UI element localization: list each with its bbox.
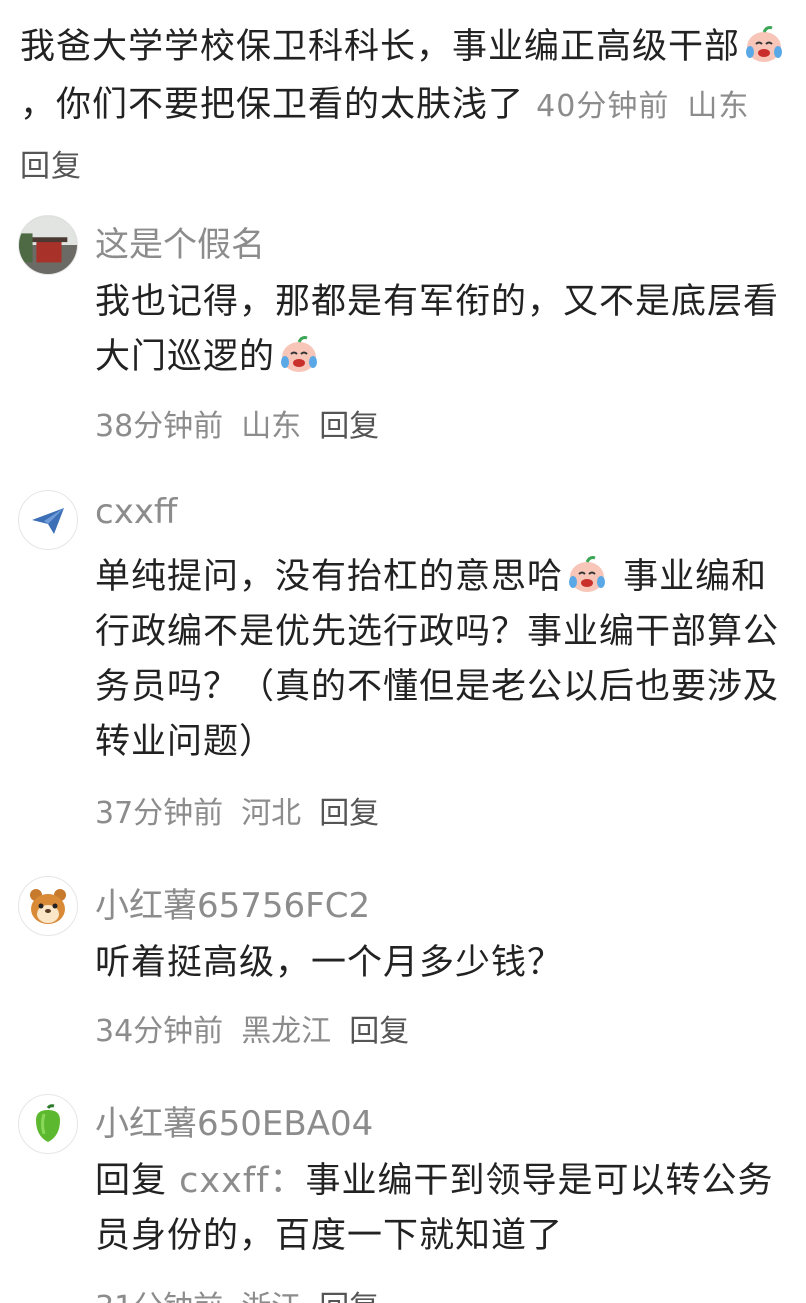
username[interactable]: 小红薯650EBA04: [95, 1096, 373, 1145]
reply-meta: 34分钟前 黑龙江 回复: [95, 1006, 409, 1050]
reply-button[interactable]: 回复: [319, 796, 379, 831]
reply-time: 38分钟前: [95, 409, 224, 444]
reply-text-part1: 单纯提问，没有抬杠的意思哈: [95, 557, 564, 597]
comment-text-part2: ，你们不要把保卫看的太肤浅了: [20, 85, 525, 125]
comment-text: 我爸大学学校保卫科科长，事业编正高级干部 ，你们不要把保卫看的太肤浅了 40分钟…: [20, 18, 790, 196]
reply-location: 山东: [241, 409, 302, 444]
reply-target-username[interactable]: cxxff：: [179, 1161, 305, 1201]
reply-location: 浙江: [241, 1290, 301, 1303]
avatar[interactable]: [18, 1094, 78, 1154]
reply-button[interactable]: 回复: [319, 409, 379, 444]
reply-text: 回复 cxxff：事业编干到领导是可以转公务员身份的，百度一下就知道了: [95, 1154, 785, 1264]
reply-button[interactable]: 回复: [319, 1290, 379, 1303]
paper-plane-icon: [32, 508, 64, 534]
reply-text: 听着挺高级，一个月多少钱？: [95, 936, 785, 991]
reply-text: 单纯提问，没有抬杠的意思哈 事业编和行政编不是优先选行政吗？事业编干部算公务员吗…: [95, 550, 785, 770]
reply-text-part1: 听着挺高级，一个月多少钱？: [95, 943, 564, 983]
username[interactable]: cxxff: [95, 492, 177, 532]
reply-location: 黑龙江: [241, 1014, 332, 1049]
username[interactable]: 小红薯65756FC2: [95, 878, 370, 927]
reply-time: 37分钟前: [95, 796, 224, 831]
hamster-icon: [30, 889, 66, 924]
reply-meta: 31分钟前 浙江 回复: [95, 1282, 379, 1303]
reply-text-part1: 我也记得，那都是有军衔的，又不是底层看大门巡逻的: [95, 282, 780, 377]
comment-text-part1: 我爸大学学校保卫科科长，事业编正高级干部: [20, 27, 741, 67]
crying-laughing-emoji-icon: [281, 336, 318, 372]
reply-meta: 37分钟前 河北 回复: [95, 788, 379, 832]
top-comment: 我爸大学学校保卫科科长，事业编正高级干部 ，你们不要把保卫看的太肤浅了 40分钟…: [20, 18, 790, 196]
reply-time: 34分钟前: [95, 1014, 224, 1049]
comment-time: 40分钟前: [536, 89, 670, 124]
avatar[interactable]: [18, 215, 78, 275]
building-photo-icon: [19, 216, 77, 274]
reply-location: 河北: [241, 796, 302, 831]
username[interactable]: 这是个假名: [95, 217, 265, 266]
reply-prefix: 回复: [95, 1161, 168, 1201]
reply-text: 我也记得，那都是有军衔的，又不是底层看大门巡逻的: [95, 275, 785, 385]
reply-button[interactable]: 回复: [349, 1014, 409, 1049]
avatar[interactable]: [18, 876, 78, 936]
green-pepper-icon: [36, 1104, 60, 1142]
avatar[interactable]: [18, 490, 78, 550]
comment-location: 山东: [687, 89, 750, 124]
crying-laughing-emoji-icon: [746, 26, 783, 62]
reply-meta: 38分钟前 山东 回复: [95, 401, 379, 445]
reply-button[interactable]: 回复: [20, 149, 82, 184]
reply-time: 31分钟前: [95, 1290, 223, 1303]
crying-laughing-emoji-icon: [569, 556, 606, 592]
